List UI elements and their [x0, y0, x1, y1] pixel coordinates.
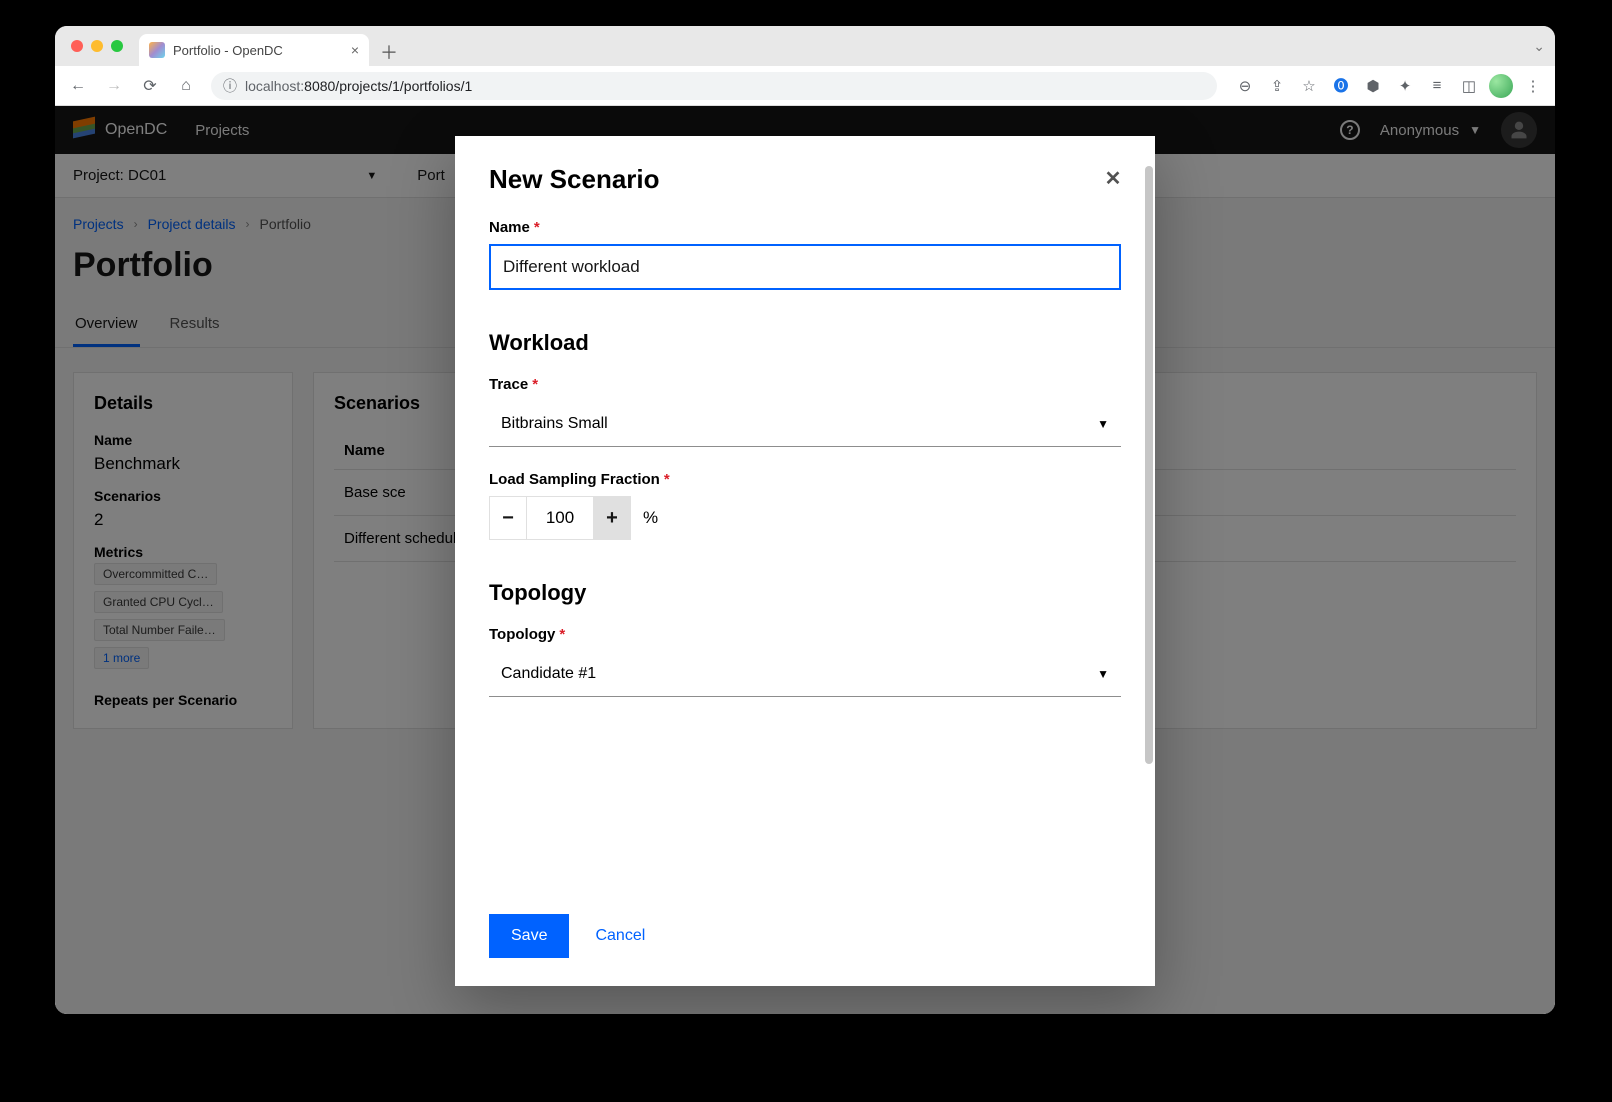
window-minimize-icon[interactable] — [91, 40, 103, 52]
nav-home-icon[interactable]: ⌂ — [171, 71, 201, 101]
cancel-button[interactable]: Cancel — [589, 926, 651, 946]
nav-reload-icon[interactable]: ⟳ — [135, 71, 165, 101]
percent-label: % — [643, 508, 658, 528]
profile-avatar[interactable] — [1487, 72, 1515, 100]
bookmark-icon[interactable]: ☆ — [1295, 72, 1323, 100]
chevron-down-icon: ▼ — [1097, 417, 1109, 431]
side-panel-icon[interactable]: ◫ — [1455, 72, 1483, 100]
app-viewport: OpenDC Projects ? Anonymous ▼ Project: D… — [55, 106, 1555, 1014]
stepper-value[interactable]: 100 — [526, 497, 594, 539]
save-button[interactable]: Save — [489, 914, 569, 958]
reading-list-icon[interactable]: ≡ — [1423, 72, 1451, 100]
browser-menu-icon[interactable]: ⋮ — [1519, 72, 1547, 100]
name-input[interactable] — [489, 244, 1121, 290]
extensions-icon[interactable]: ✦ — [1391, 72, 1419, 100]
trace-value: Bitbrains Small — [501, 415, 608, 433]
address-bar[interactable]: ⓘ localhost:8080/projects/1/portfolios/1 — [211, 72, 1217, 100]
topology-value: Candidate #1 — [501, 665, 596, 683]
share-icon[interactable]: ⇪ — [1263, 72, 1291, 100]
new-scenario-modal: ✕ New Scenario Name* Workload Trace* Bit… — [455, 136, 1155, 986]
mac-traffic-lights — [63, 26, 133, 66]
trace-label: Trace* — [489, 376, 1121, 393]
trace-select[interactable]: Bitbrains Small ▼ — [489, 401, 1121, 447]
scrollbar-thumb[interactable] — [1145, 166, 1153, 764]
topology-select[interactable]: Candidate #1 ▼ — [489, 651, 1121, 697]
section-topology: Topology — [489, 580, 1121, 606]
ext-brave-icon[interactable]: ⬢ — [1359, 72, 1387, 100]
close-icon[interactable]: ✕ — [1099, 164, 1127, 192]
site-info-icon[interactable]: ⓘ — [223, 76, 237, 96]
browser-window: ⌄ Portfolio - OpenDC × ＋ ← → ⟳ ⌂ ⓘ local… — [55, 26, 1555, 1014]
browser-toolbar: ← → ⟳ ⌂ ⓘ localhost:8080/projects/1/port… — [55, 66, 1555, 106]
browser-tab[interactable]: Portfolio - OpenDC × — [139, 34, 369, 66]
tab-title: Portfolio - OpenDC — [173, 43, 283, 58]
modal-footer: Save Cancel — [455, 894, 1155, 986]
chrome-window-menu-icon[interactable]: ⌄ — [1533, 38, 1545, 55]
name-label: Name* — [489, 219, 1121, 236]
modal-title: New Scenario — [489, 164, 1121, 195]
stepper-decrement[interactable]: − — [490, 497, 526, 539]
load-stepper-row: − 100 + % — [489, 496, 1121, 540]
url-path: 8080/projects/1/portfolios/1 — [304, 78, 472, 94]
topology-label: Topology* — [489, 626, 1121, 643]
stepper-increment[interactable]: + — [594, 497, 630, 539]
quantity-stepper: − 100 + — [489, 496, 631, 540]
zoom-icon[interactable]: ⊖ — [1231, 72, 1259, 100]
tab-favicon — [149, 42, 165, 58]
nav-forward-icon[interactable]: → — [99, 71, 129, 101]
window-close-icon[interactable] — [71, 40, 83, 52]
url-host: localhost: — [245, 78, 304, 94]
chevron-down-icon: ▼ — [1097, 667, 1109, 681]
new-tab-button[interactable]: ＋ — [375, 38, 403, 66]
browser-tab-strip: Portfolio - OpenDC × ＋ — [55, 26, 1555, 66]
tab-close-icon[interactable]: × — [351, 42, 359, 58]
toolbar-right-icons: ⊖ ⇪ ☆ ⓿ ⬢ ✦ ≡ ◫ ⋮ — [1231, 72, 1547, 100]
nav-back-icon[interactable]: ← — [63, 71, 93, 101]
window-zoom-icon[interactable] — [111, 40, 123, 52]
ext-1password-icon[interactable]: ⓿ — [1327, 72, 1355, 100]
load-label: Load Sampling Fraction* — [489, 471, 1121, 488]
section-workload: Workload — [489, 330, 1121, 356]
